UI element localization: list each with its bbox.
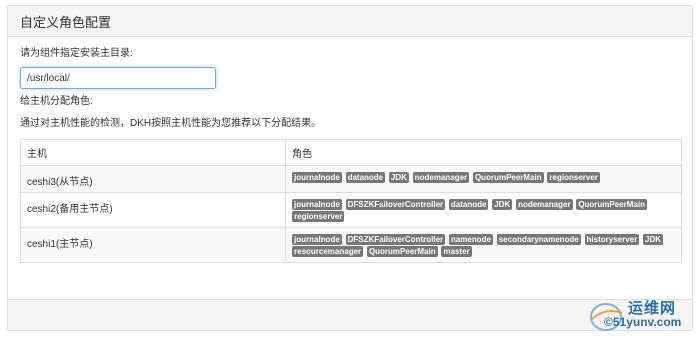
install-dir-label: 请为组件指定安装主目录: xyxy=(20,48,133,59)
role-badge: regionserver xyxy=(547,172,600,183)
role-badge-list: journalnode DFSZKFailoverController name… xyxy=(292,232,675,258)
role-badge: journalnode xyxy=(292,172,342,183)
role-badge: master xyxy=(441,246,472,257)
role-badge: DFSZKFailoverController xyxy=(345,234,446,245)
role-badge: QuorumPeerMain xyxy=(576,199,647,210)
role-badge: resourcemanager xyxy=(292,246,364,257)
role-badge: historyserver xyxy=(584,234,640,245)
recommendation-text: 通过对主机性能的检测，DKH按照主机性能为您推荐以下分配结果。 xyxy=(20,118,322,129)
roles-column-header: 角色 xyxy=(285,139,682,166)
role-badge-list: journalnode datanode JDK nodemanager Quo… xyxy=(292,170,675,184)
role-badge: QuorumPeerMain xyxy=(472,172,544,183)
table-row: ceshi1(主节点) journalnode DFSZKFailoverCont… xyxy=(20,227,682,263)
role-badge: JDK xyxy=(492,199,513,210)
panel-body: 请为组件指定安装主目录: 给主机分配角色: 通过对主机性能的检测，DKH按照主机… xyxy=(8,37,692,295)
role-badge: nodemanager xyxy=(412,172,470,183)
role-badge-list: journalnode DFSZKFailoverController data… xyxy=(292,197,675,223)
host-cell: ceshi2(备用主节点) xyxy=(20,192,286,228)
role-badge: DFSZKFailoverController xyxy=(345,199,446,210)
role-badge: datanode xyxy=(345,172,386,183)
role-assignment-table: 主机 角色 ceshi3(从节点) journalnode datanode JD… xyxy=(20,139,682,263)
panel-title: 自定义角色配置 xyxy=(20,14,112,30)
role-badge: regionserver xyxy=(292,211,345,222)
panel-footer xyxy=(8,299,692,330)
table-header-row: 主机 角色 xyxy=(20,139,682,166)
role-badge: JDK xyxy=(388,172,409,183)
table-row: ceshi3(从节点) journalnode datanode JDK node… xyxy=(20,165,682,193)
host-cell: ceshi3(从节点) xyxy=(20,165,286,193)
role-badge: journalnode xyxy=(292,199,342,210)
role-badge: namenode xyxy=(448,234,493,245)
role-badge: JDK xyxy=(643,234,664,245)
role-badge: journalnode xyxy=(292,234,342,245)
host-cell: ceshi1(主节点) xyxy=(20,227,286,263)
roles-cell: journalnode DFSZKFailoverController name… xyxy=(285,227,682,263)
roles-cell: journalnode DFSZKFailoverController data… xyxy=(285,192,682,228)
role-badge: nodemanager xyxy=(516,199,573,210)
role-config-panel: 自定义角色配置 请为组件指定安装主目录: 给主机分配角色: 通过对主机性能的检测… xyxy=(7,5,693,331)
role-badge: QuorumPeerMain xyxy=(366,246,438,257)
roles-cell: journalnode datanode JDK nodemanager Quo… xyxy=(285,165,682,193)
install-dir-input[interactable] xyxy=(20,67,216,89)
role-badge: secondarynamenode xyxy=(496,234,581,245)
assign-roles-label: 给主机分配角色: xyxy=(20,96,93,107)
table-row: ceshi2(备用主节点) journalnode DFSZKFailoverCo… xyxy=(20,192,682,228)
panel-heading: 自定义角色配置 xyxy=(8,6,692,37)
role-badge: datanode xyxy=(448,199,489,210)
host-column-header: 主机 xyxy=(20,139,286,166)
